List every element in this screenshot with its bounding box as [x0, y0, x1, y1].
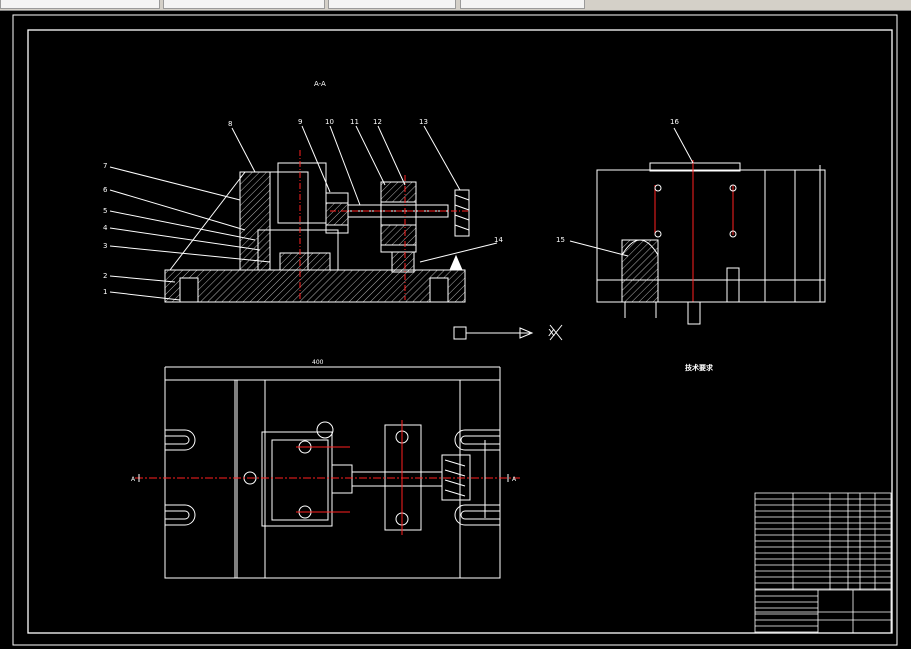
svg-text:9: 9	[298, 118, 302, 126]
svg-text:10: 10	[325, 118, 334, 126]
svg-text:11: 11	[350, 118, 359, 126]
title-block	[754, 492, 892, 634]
tab-drawing-3[interactable]	[328, 0, 456, 9]
section-label: A-A	[314, 80, 326, 88]
svg-text:7: 7	[103, 162, 107, 170]
svg-text:5: 5	[103, 207, 107, 215]
axis-label-x: X	[548, 328, 555, 339]
tech-requirements-title: 技术要求	[685, 363, 714, 372]
technical-requirements: 技术要求	[685, 363, 714, 372]
tab-drawing-2[interactable]	[163, 0, 325, 9]
svg-text:1: 1	[103, 288, 107, 296]
svg-text:14: 14	[494, 236, 503, 244]
outer-border	[12, 14, 898, 646]
svg-text:16: 16	[670, 118, 679, 126]
section-mark-left: A	[131, 476, 136, 483]
plan-width-dimension: 400	[312, 359, 324, 366]
svg-text:3: 3	[103, 242, 107, 250]
svg-text:12: 12	[373, 118, 382, 126]
plan-view: 400 A A	[131, 359, 520, 579]
side-view	[569, 127, 826, 325]
svg-text:4: 4	[103, 224, 108, 232]
svg-text:2: 2	[103, 272, 107, 280]
section-mark-right: A	[512, 476, 517, 483]
tab-drawing-4[interactable]	[460, 0, 585, 9]
svg-text:13: 13	[419, 118, 428, 126]
cad-drawing-canvas[interactable]: A-A 1 2 3 4 5 6 7 8 9 10 11 12 13 14 15 …	[0, 10, 911, 649]
front-section-view: A-A	[109, 80, 563, 341]
tab-drawing-1[interactable]	[0, 0, 160, 9]
svg-text:6: 6	[103, 186, 108, 194]
svg-text:8: 8	[228, 120, 232, 128]
svg-text:15: 15	[556, 236, 565, 244]
